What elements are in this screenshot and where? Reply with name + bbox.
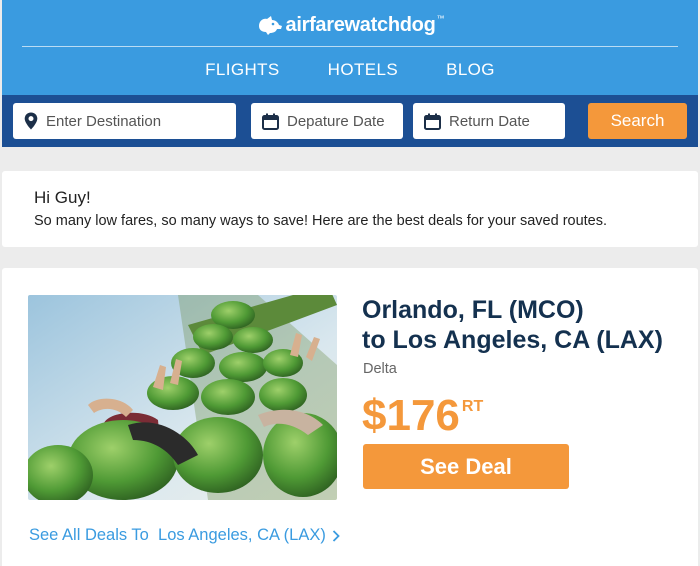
see-all-deals-label: See All Deals To Los Angeles, CA (LAX) xyxy=(29,526,326,544)
fare-price: $176 RT xyxy=(362,392,483,440)
see-all-deals-link[interactable]: See All Deals To Los Angeles, CA (LAX) xyxy=(29,526,340,545)
roller-coaster-image xyxy=(28,295,337,500)
calendar-icon xyxy=(424,113,441,130)
destination-field[interactable]: Enter Destination xyxy=(13,103,236,139)
destination-photo[interactable] xyxy=(28,295,337,500)
destination-placeholder: Enter Destination xyxy=(46,112,162,130)
route-origin: Orlando, FL (MCO) xyxy=(362,296,584,324)
location-pin-icon xyxy=(24,112,38,130)
see-deal-button[interactable]: See Deal xyxy=(363,444,569,489)
nav-hotels[interactable]: HOTELS xyxy=(328,60,398,80)
greeting-hello: Hi Guy! xyxy=(34,188,91,207)
departure-placeholder: Depature Date xyxy=(287,112,385,130)
airline-name: Delta xyxy=(363,361,397,377)
greeting-panel: Hi Guy! So many low fares, so many ways … xyxy=(2,171,698,247)
chevron-right-icon xyxy=(332,529,340,542)
greeting-message: So many low fares, so many ways to save!… xyxy=(34,213,608,229)
search-button[interactable]: Search xyxy=(588,103,687,139)
logo[interactable]: airfarewatchdog ™ xyxy=(2,10,698,40)
header-divider xyxy=(22,46,678,47)
search-bar: Enter Destination Depature Date Return D… xyxy=(2,95,698,147)
site-header: airfarewatchdog ™ FLIGHTS HOTELS BLOG xyxy=(2,0,698,95)
return-date-field[interactable]: Return Date xyxy=(413,103,565,139)
logo-text: airfarewatchdog xyxy=(285,13,436,36)
deal-card: Orlando, FL (MCO) to Los Angeles, CA (LA… xyxy=(2,268,698,566)
main-nav: FLIGHTS HOTELS BLOG xyxy=(2,60,698,80)
route-destination: to Los Angeles, CA (LAX) xyxy=(362,326,663,354)
nav-flights[interactable]: FLIGHTS xyxy=(205,60,280,80)
departure-date-field[interactable]: Depature Date xyxy=(251,103,403,139)
route-title[interactable]: Orlando, FL (MCO) to Los Angeles, CA (LA… xyxy=(362,295,663,355)
price-amount: $176 xyxy=(362,391,460,440)
trademark: ™ xyxy=(436,13,445,23)
nav-blog[interactable]: BLOG xyxy=(446,60,495,80)
return-placeholder: Return Date xyxy=(449,112,530,130)
dog-icon xyxy=(258,16,282,35)
calendar-icon xyxy=(262,113,279,130)
round-trip-label: RT xyxy=(461,398,484,415)
